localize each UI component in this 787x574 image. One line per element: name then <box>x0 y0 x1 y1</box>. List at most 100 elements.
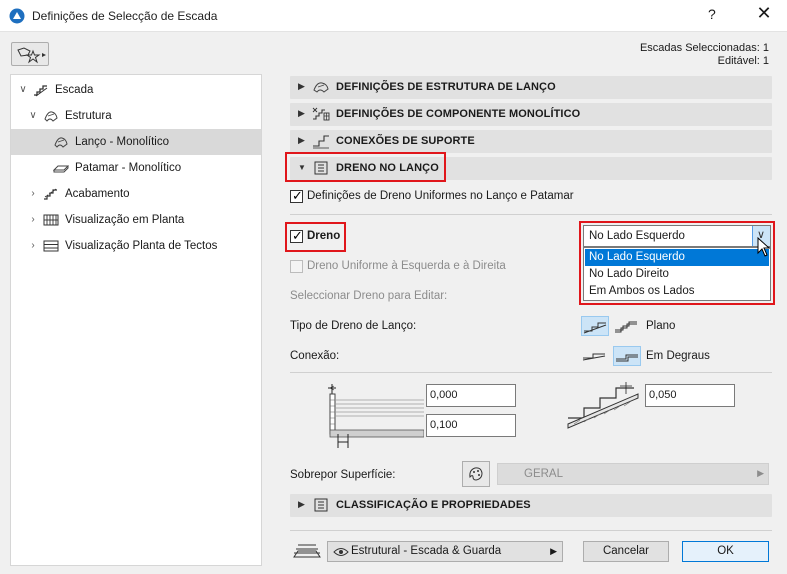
chevron-right-icon[interactable]: › <box>27 207 39 233</box>
window-title: Definições de Selecção de Escada <box>32 9 218 23</box>
expand-triangle-icon[interactable]: ▶ <box>298 108 305 119</box>
tree-item-escada[interactable]: ∨ Escada <box>11 77 261 103</box>
divider <box>290 214 772 215</box>
section-label: DEFINIÇÕES DE COMPONENTE MONOLÍTICO <box>336 108 581 120</box>
editable-count: Editável: 1 <box>717 55 769 67</box>
landing-icon <box>53 165 69 173</box>
favorite-selector[interactable]: Estrutural - Escada & Guarda ▶ <box>327 541 563 562</box>
drain-value-2-input[interactable]: 0,100 <box>426 414 516 437</box>
drain-label: Dreno <box>307 230 341 242</box>
connection-label: Conexão: <box>290 350 340 362</box>
flight-structure-icon <box>313 82 329 93</box>
drain-checkbox[interactable]: ✓ <box>290 228 303 243</box>
override-surface-button[interactable] <box>462 461 490 487</box>
stepped-drain-icon <box>615 321 637 333</box>
divider <box>290 530 772 531</box>
help-button[interactable]: ? <box>708 6 716 22</box>
tree-item-label: Visualização em Planta <box>65 214 185 226</box>
structure-icon <box>44 111 58 122</box>
drain-type-flat-button[interactable] <box>581 316 609 336</box>
stepped-connection-icon <box>616 354 638 362</box>
finish-icon <box>44 188 57 200</box>
section-label: CONEXÕES DE SUPORTE <box>336 135 475 147</box>
section-componente-monolitico[interactable]: ▶ DEFINIÇÕES DE COMPONENTE MONOLÍTICO <box>290 103 772 126</box>
title-bar: Definições de Selecção de Escada ? ✕ <box>0 0 787 32</box>
selection-info: Escadas Seleccionadas: 1 Editável: 1 <box>640 42 769 68</box>
tree-item-label: Visualização Planta de Tectos <box>65 240 218 252</box>
chevron-right-icon[interactable]: › <box>27 233 39 259</box>
tree-item-visualizacao-tectos[interactable]: › Visualização Planta de Tectos <box>11 233 261 259</box>
settings-panel: ▶ DEFINIÇÕES DE ESTRUTURA DE LANÇO ▶ DEF… <box>272 74 780 566</box>
selected-count: Escadas Seleccionadas: 1 <box>639 42 769 54</box>
drain-type-label: Tipo de Dreno de Lanço: <box>290 320 417 332</box>
drain-side-dropdown[interactable]: No Lado Esquerdo ∨ <box>583 225 771 247</box>
connection-value: Em Degraus <box>646 350 710 362</box>
close-button[interactable]: ✕ <box>752 3 776 24</box>
chevron-down-icon[interactable]: ∨ <box>17 77 29 103</box>
arrow-right-icon: ▶ <box>757 468 764 478</box>
section-label: DRENO NO LANÇO <box>336 162 439 174</box>
collapse-triangle-icon[interactable]: ▼ <box>298 163 306 172</box>
arrow-right-icon: ▶ <box>550 546 557 556</box>
drain-value-3-input[interactable]: 0,050 <box>645 384 735 407</box>
classification-icon <box>314 498 328 512</box>
tree-item-label: Patamar - Monolítico <box>75 162 182 174</box>
drain-side-selected: No Lado Esquerdo <box>589 230 685 242</box>
drain-type-stepped-button[interactable] <box>613 316 641 336</box>
drain-side-options: No Lado Esquerdo No Lado Direito Em Ambo… <box>583 247 771 301</box>
select-drain-label: Seleccionar Dreno para Editar: <box>290 290 448 302</box>
drain-value-1-input[interactable]: 0,000 <box>426 384 516 407</box>
settings-tree: ∨ Escada ∨ Estrutura Lanço - Monolítico … <box>10 74 262 566</box>
section-estrutura-lanco[interactable]: ▶ DEFINIÇÕES DE ESTRUTURA DE LANÇO <box>290 76 772 99</box>
chevron-down-icon[interactable]: ∨ <box>27 103 39 129</box>
expand-triangle-icon[interactable]: ▶ <box>298 135 305 146</box>
ok-button[interactable]: OK <box>682 541 769 562</box>
surface-value: GERAL <box>524 468 563 480</box>
ceiling-plan-icon <box>43 240 59 252</box>
surface-picker[interactable]: GERAL ▶ <box>497 463 769 485</box>
connection-flat-button[interactable] <box>581 346 609 366</box>
tree-item-lanco-monolitico[interactable]: Lanço - Monolítico <box>11 129 261 155</box>
section-conexoes-suporte[interactable]: ▶ CONEXÕES DE SUPORTE <box>290 130 772 153</box>
expand-triangle-icon[interactable]: ▶ <box>298 81 305 92</box>
floor-plan-icon <box>43 214 59 226</box>
uniform-drain-checkbox[interactable]: ✓ <box>290 188 303 203</box>
flat-drain-icon <box>583 322 607 334</box>
section-dreno-lanco[interactable]: ▼ DRENO NO LANÇO <box>290 157 772 180</box>
cancel-button[interactable]: Cancelar <box>583 541 669 562</box>
surface-paint-icon <box>469 467 483 481</box>
flight-icon <box>54 137 68 148</box>
favorites-star-icon <box>17 47 46 64</box>
dropdown-option[interactable]: Em Ambos os Lados <box>585 283 769 300</box>
uniform-lr-label: Dreno Uniforme à Esquerda e à Direita <box>307 260 506 272</box>
drain-type-value: Plano <box>646 320 676 332</box>
checkmark-icon: ✓ <box>292 188 303 203</box>
checkmark-icon: ✓ <box>292 228 303 243</box>
divider <box>290 372 772 373</box>
tree-item-estrutura[interactable]: ∨ Estrutura <box>11 103 261 129</box>
section-label: CLASSIFICAÇÃO E PROPRIEDADES <box>336 499 531 511</box>
mouse-cursor-icon <box>757 237 771 257</box>
drain-profile-diagram <box>328 384 424 448</box>
uniform-lr-checkbox[interactable] <box>290 260 303 273</box>
tree-item-label: Acabamento <box>65 188 130 200</box>
archicad-app-icon <box>9 8 25 24</box>
tree-item-label: Escada <box>55 84 94 96</box>
tree-item-label: Estrutura <box>65 110 112 122</box>
tree-item-acabamento[interactable]: › Acabamento <box>11 181 261 207</box>
monolithic-component-icon <box>312 107 330 121</box>
tree-item-patamar-monolitico[interactable]: Patamar - Monolítico <box>11 155 261 181</box>
connection-stepped-button[interactable] <box>613 346 641 366</box>
flat-connection-icon <box>582 353 606 361</box>
favorites-button[interactable] <box>11 42 49 66</box>
favorite-stair-icon <box>293 544 321 558</box>
dropdown-option[interactable]: No Lado Direito <box>585 266 769 283</box>
drain-icon <box>314 161 328 175</box>
stair-section-diagram <box>567 382 639 429</box>
expand-triangle-icon[interactable]: ▶ <box>298 499 305 510</box>
dropdown-option[interactable]: No Lado Esquerdo <box>585 249 769 266</box>
support-connection-icon <box>313 135 329 149</box>
chevron-right-icon[interactable]: › <box>27 181 39 207</box>
tree-item-visualizacao-planta[interactable]: › Visualização em Planta <box>11 207 261 233</box>
section-classificacao[interactable]: ▶ CLASSIFICAÇÃO E PROPRIEDADES <box>290 494 772 517</box>
